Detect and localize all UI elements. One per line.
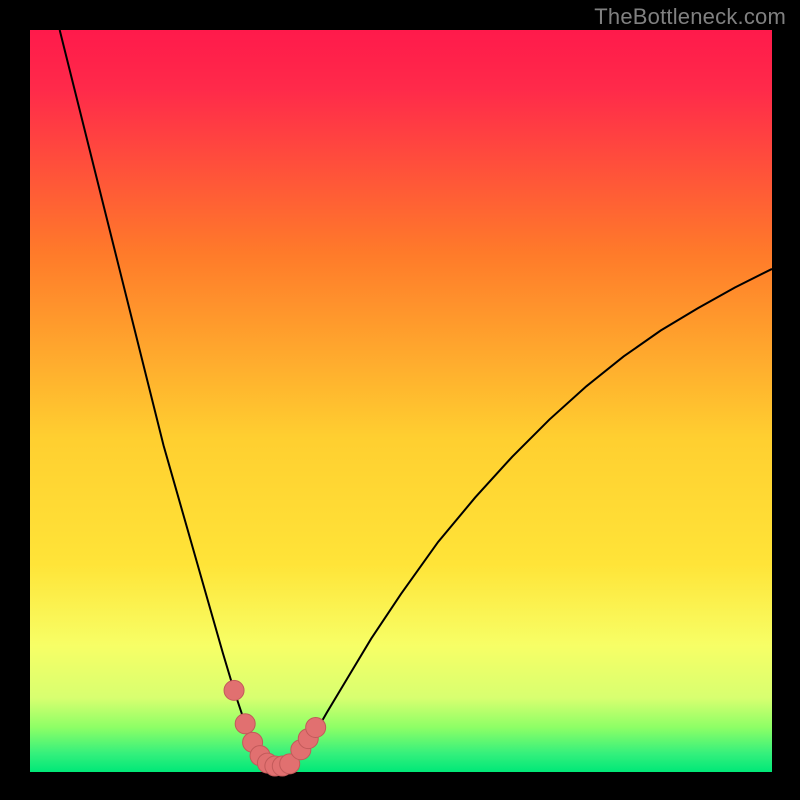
watermark-text: TheBottleneck.com xyxy=(594,4,786,30)
curve-marker xyxy=(235,714,255,734)
chart-frame: TheBottleneck.com xyxy=(0,0,800,800)
bottleneck-chart xyxy=(0,0,800,800)
plot-background xyxy=(30,30,772,772)
curve-marker xyxy=(306,717,326,737)
curve-marker xyxy=(224,680,244,700)
